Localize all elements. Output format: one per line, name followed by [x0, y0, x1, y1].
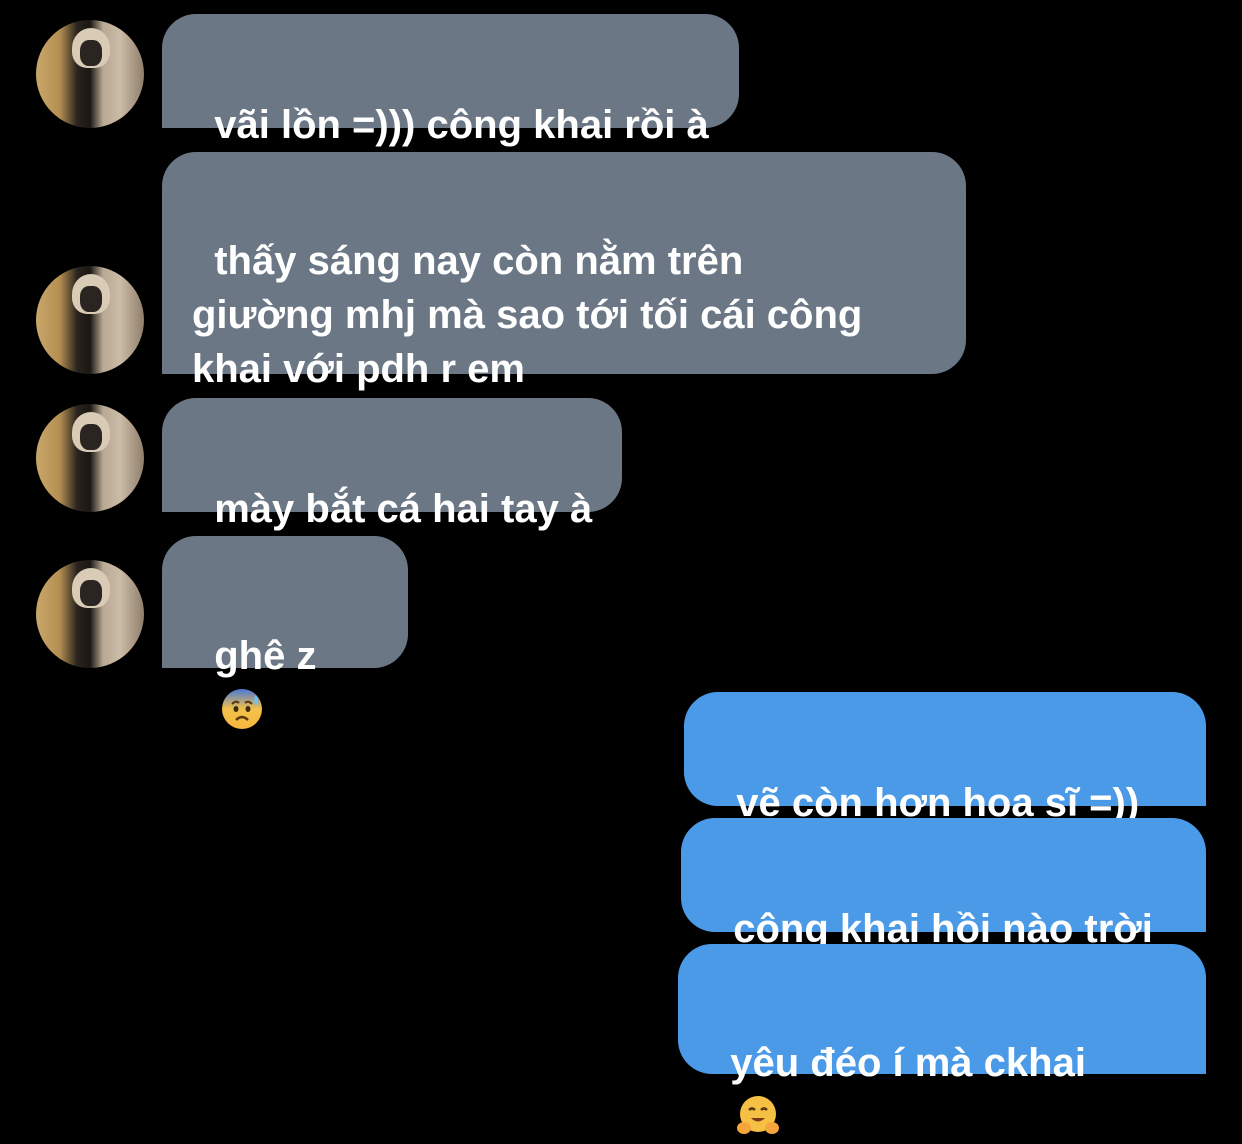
- contact-avatar[interactable]: [36, 20, 144, 128]
- incoming-message-bubble[interactable]: mày bắt cá hai tay à: [162, 398, 623, 531]
- message-text: mày bắt cá hai tay à: [214, 487, 593, 531]
- contact-avatar[interactable]: [36, 560, 144, 668]
- message-text: ghê z: [214, 634, 317, 678]
- outgoing-message-bubble[interactable]: yêu đéo í mà ckhai: [678, 944, 1206, 1135]
- outgoing-message-bubble[interactable]: công khai hồi nào trời: [681, 818, 1206, 951]
- contact-avatar[interactable]: [36, 404, 144, 512]
- message-text: vãi lồn =))) công khai rồi à: [214, 103, 709, 147]
- incoming-message-bubble[interactable]: vãi lồn =))) công khai rồi à: [162, 14, 739, 147]
- hugging-face-icon: [737, 1096, 780, 1135]
- incoming-message-bubble[interactable]: thấy sáng nay còn nằm trên giường mhj mà…: [162, 152, 966, 391]
- contact-avatar[interactable]: [36, 266, 144, 374]
- incoming-message-bubble[interactable]: ghê z: [162, 536, 408, 730]
- outgoing-message-bubble[interactable]: vẽ còn hơn hoạ sĩ =)): [684, 692, 1206, 825]
- message-text: thấy sáng nay còn nằm trên giường mhj mà…: [192, 239, 863, 391]
- message-text: yêu đéo í mà ckhai: [730, 1041, 1086, 1085]
- anxious-face-with-sweat-icon: [222, 689, 263, 730]
